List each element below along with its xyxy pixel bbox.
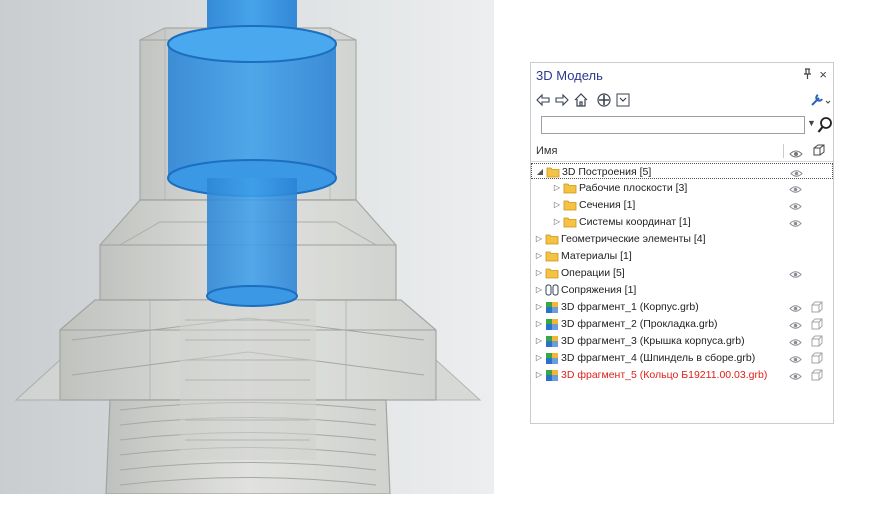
expand-arrow-icon[interactable]: ▷ — [553, 180, 561, 196]
tree-item-label: Материалы [1] — [561, 250, 632, 262]
tree-item[interactable]: ▷ Материалы [1] — [531, 248, 833, 264]
tree-item-label: Сопряжения [1] — [561, 284, 637, 296]
search-icon[interactable] — [817, 116, 833, 139]
back-icon[interactable] — [535, 92, 551, 108]
tree-header: Имя — [531, 141, 833, 162]
tree-item[interactable]: ▷ Сопряжения [1] — [531, 282, 833, 298]
expand-arrow-icon[interactable]: ▷ — [535, 316, 543, 332]
expand-arrow-icon[interactable]: ▷ — [535, 248, 543, 264]
home-icon[interactable] — [573, 92, 589, 108]
expand-arrow-icon[interactable]: ▷ — [535, 350, 543, 366]
visibility-column-eye-icon[interactable] — [789, 146, 803, 164]
tree-item[interactable]: ▷ 3D фрагмент_5 (Кольцо Б19211.00.03.grb) — [531, 367, 833, 383]
search-input[interactable] — [541, 116, 805, 134]
collapse-icon[interactable] — [615, 92, 631, 108]
tree-item[interactable]: ▷ Рабочие плоскости [3] — [531, 180, 833, 196]
settings-wrench-icon[interactable] — [809, 92, 831, 108]
search-dropdown-icon[interactable]: ▼ — [807, 118, 816, 128]
panel-title-bar: 3D Модель × — [531, 63, 833, 89]
expand-arrow-icon[interactable]: ▷ — [535, 333, 543, 349]
tree-item-label: Сечения [1] — [579, 199, 636, 211]
expand-arrow-icon[interactable]: ▷ — [553, 197, 561, 213]
tree-item-label: Операции [5] — [561, 267, 625, 279]
forward-icon[interactable] — [554, 92, 570, 108]
tree-item[interactable]: ▷ Системы координат [1] — [531, 214, 833, 230]
model-tree-panel: 3D Модель × ▼ Имя ◢ 3D Построения [5] ▷ … — [530, 62, 834, 424]
visibility-eye-icon[interactable] — [789, 370, 802, 386]
expand-arrow-icon[interactable]: ▷ — [535, 299, 543, 315]
expand-arrow-icon[interactable]: ▷ — [553, 214, 561, 230]
column-name-header: Имя — [536, 145, 558, 157]
tree-item-label: 3D Построения [5] — [562, 166, 652, 178]
tree-item-label: Геометрические элементы [4] — [561, 233, 706, 245]
tree-item-label: 3D фрагмент_3 (Крышка корпуса.grb) — [561, 335, 745, 347]
tree-item-label: Системы координат [1] — [579, 216, 691, 228]
tree-item[interactable]: ▷ 3D фрагмент_3 (Крышка корпуса.grb) — [531, 333, 833, 349]
header-divider — [783, 144, 784, 158]
expand-arrow-icon[interactable]: ▷ — [535, 367, 543, 383]
tree-item-label: Рабочие плоскости [3] — [579, 182, 688, 194]
3d-model-render[interactable] — [0, 0, 494, 495]
tree-item[interactable]: ▷ Операции [5] — [531, 265, 833, 281]
expand-arrow-icon[interactable]: ▷ — [535, 265, 543, 281]
body-column-cube-icon[interactable] — [812, 143, 826, 162]
fragment-icon — [545, 369, 559, 387]
tree-item[interactable]: ▷ Геометрические элементы [4] — [531, 231, 833, 247]
expand-arrow-icon[interactable]: ▷ — [535, 282, 543, 298]
tree-item[interactable]: ▷ 3D фрагмент_4 (Шпиндель в сборе.grb) — [531, 350, 833, 366]
search-row: ▼ — [535, 115, 832, 137]
close-button[interactable]: × — [819, 67, 827, 82]
tree-item-label: 3D фрагмент_2 (Прокладка.grb) — [561, 318, 718, 330]
expand-arrow-icon[interactable]: ▷ — [535, 231, 543, 247]
tree-item[interactable]: ▷ Сечения [1] — [531, 197, 833, 213]
filter-icon[interactable] — [596, 92, 612, 108]
tree-item[interactable]: ◢ 3D Построения [5] — [531, 163, 833, 179]
tree-item[interactable]: ▷ 3D фрагмент_2 (Прокладка.grb) — [531, 316, 833, 332]
body-cube-icon[interactable] — [811, 369, 823, 386]
tree-item-label: 3D фрагмент_4 (Шпиндель в сборе.grb) — [561, 352, 756, 364]
tree-item-label: 3D фрагмент_5 (Кольцо Б19211.00.03.grb) — [561, 369, 768, 381]
tree-item-label: 3D фрагмент_1 (Корпус.grb) — [561, 301, 699, 313]
panel-title: 3D Модель — [536, 68, 603, 83]
pin-icon[interactable] — [802, 68, 813, 83]
panel-toolbar — [531, 89, 833, 113]
tree-item[interactable]: ▷ 3D фрагмент_1 (Корпус.grb) — [531, 299, 833, 315]
expanded-arrow-icon[interactable]: ◢ — [536, 164, 544, 180]
3d-viewport[interactable] — [0, 0, 494, 495]
